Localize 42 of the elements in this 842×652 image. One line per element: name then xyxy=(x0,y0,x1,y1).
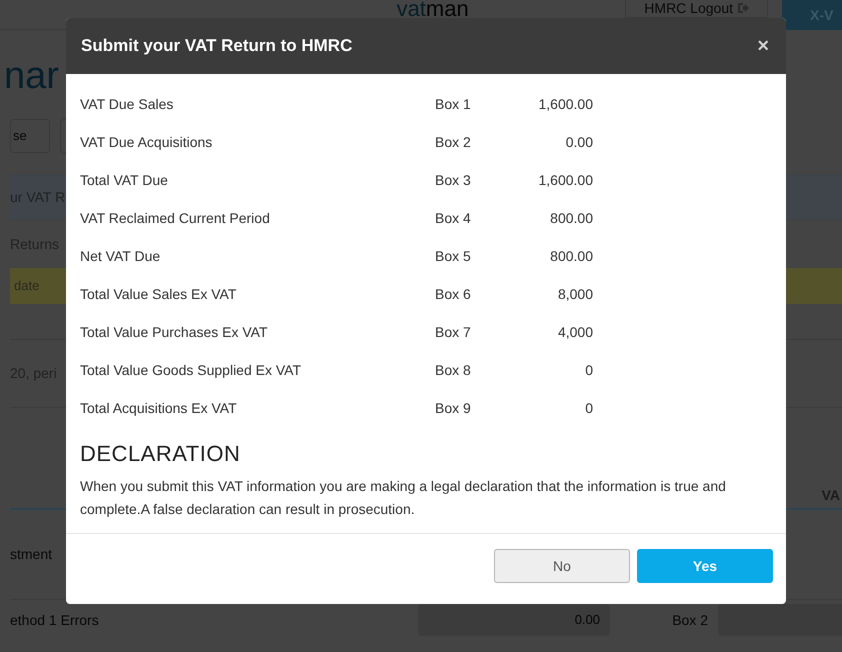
box-number: Box 6 xyxy=(435,284,472,304)
box-number: Box 5 xyxy=(435,246,472,266)
box-label: Box 2 xyxy=(671,610,709,630)
row-label: VAT Due Sales xyxy=(80,94,174,114)
row-value: 8,000 xyxy=(556,284,593,304)
box-number: Box 9 xyxy=(435,398,472,418)
box-number: Box 4 xyxy=(435,208,472,228)
declaration-heading: DECLARATION xyxy=(80,440,242,468)
no-button[interactable]: No xyxy=(494,549,630,583)
row-label: VAT Reclaimed Current Period xyxy=(80,208,271,228)
box-number: Box 2 xyxy=(435,132,472,152)
row-label: Total VAT Due xyxy=(80,170,169,190)
modal-title: Submit your VAT Return to HMRC xyxy=(81,35,352,58)
row-label: Net VAT Due xyxy=(80,246,162,266)
row-value: 0 xyxy=(584,398,593,418)
box-number: Box 7 xyxy=(435,322,472,342)
input-field[interactable] xyxy=(718,604,842,636)
row-label: Total Value Goods Supplied Ex VAT xyxy=(80,360,302,380)
row-value: 4,000 xyxy=(556,322,593,342)
box-number: Box 8 xyxy=(435,360,472,380)
row-label: ethod 1 Errors xyxy=(10,610,100,630)
row-label: stment xyxy=(10,545,54,564)
value-field[interactable]: 0.00 xyxy=(418,604,610,636)
box-number: Box 3 xyxy=(435,170,472,190)
declaration-text: When you submit this VAT information you are making a legal declaration that the information is true and complete.A false declaration can result in prosecution. xyxy=(80,477,727,519)
row-value: 1,600.00 xyxy=(538,94,593,114)
row-value: 1,600.00 xyxy=(538,170,593,190)
action-button[interactable]: se xyxy=(10,119,50,153)
row-value: 0.00 xyxy=(564,132,593,152)
close-button[interactable]: × xyxy=(755,36,771,56)
row-value: 800.00 xyxy=(549,208,593,228)
row-label: Total Value Purchases Ex VAT xyxy=(80,322,269,342)
logo: vatman xyxy=(396,0,469,18)
row-value: 0 xyxy=(584,360,593,380)
row-label: Total Acquisitions Ex VAT xyxy=(80,398,238,418)
row-value: 800.00 xyxy=(549,246,593,266)
page-title: nar xyxy=(4,54,59,98)
box-number: Box 1 xyxy=(435,94,472,114)
yes-button[interactable]: Yes xyxy=(637,549,773,583)
row-label: Total Value Sales Ex VAT xyxy=(80,284,238,304)
row-label: VAT Due Acquisitions xyxy=(80,132,214,152)
logout-icon xyxy=(737,2,749,14)
